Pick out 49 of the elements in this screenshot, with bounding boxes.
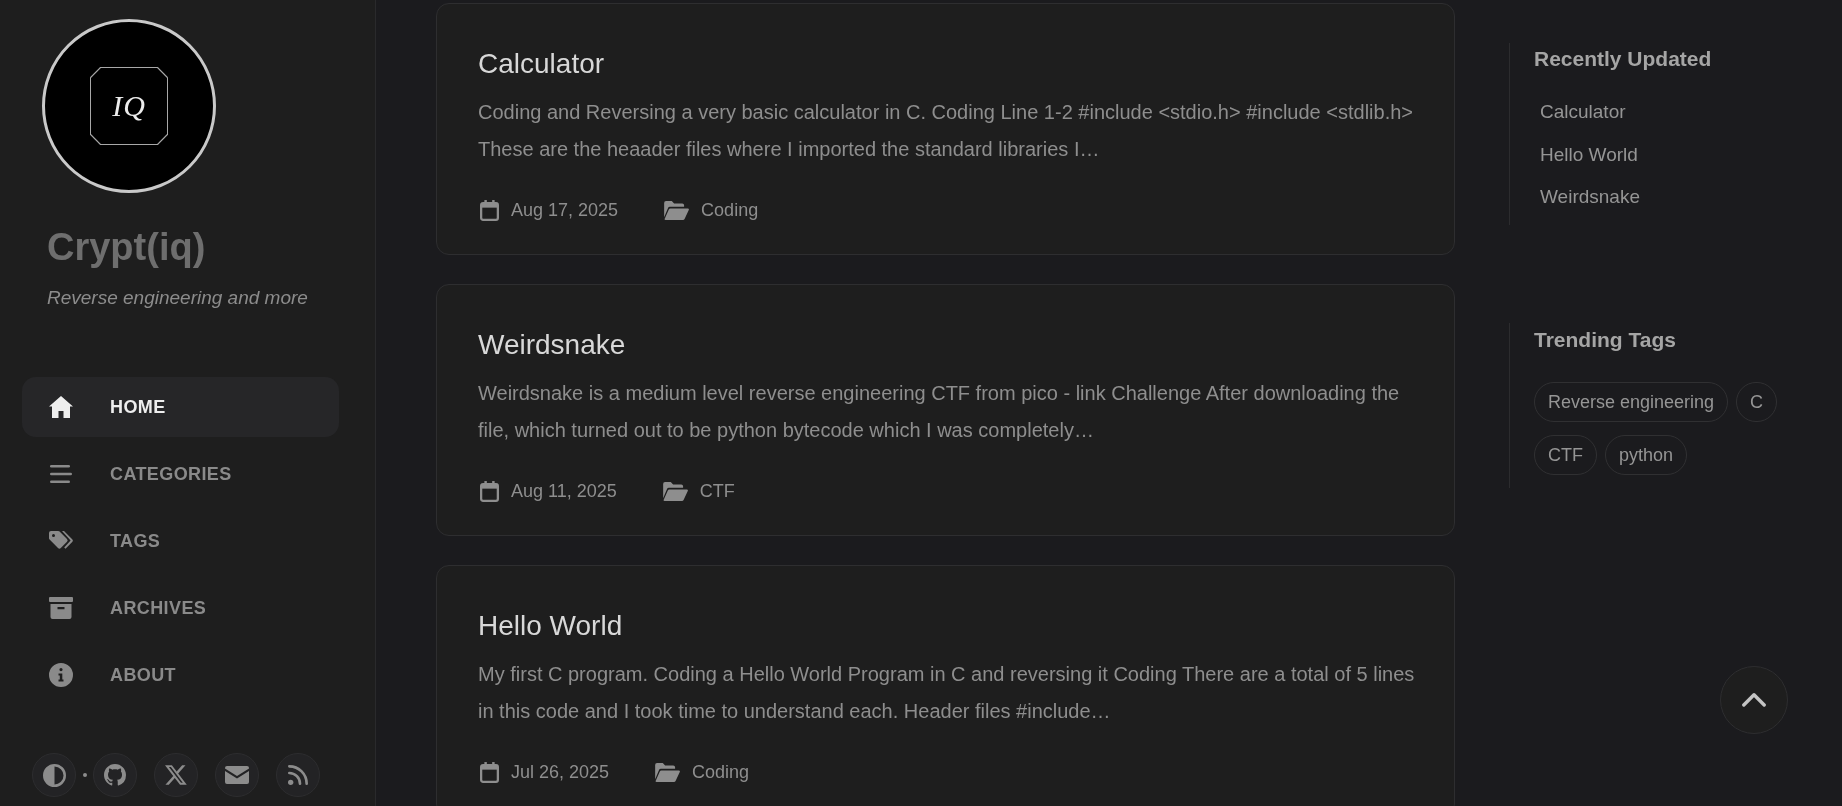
post-category-link[interactable]: Coding — [692, 761, 750, 783]
github-icon — [104, 764, 126, 786]
section-heading: Recently Updated — [1534, 46, 1713, 72]
mail-icon — [225, 766, 249, 784]
info-icon — [48, 663, 73, 687]
x-logo-icon — [165, 765, 187, 785]
avatar-logo[interactable]: IQ — [42, 19, 216, 193]
recent-post-link[interactable]: Calculator — [1540, 99, 1626, 125]
lines-icon — [49, 465, 72, 483]
social-link-button[interactable] — [276, 753, 320, 797]
social-link-button[interactable] — [154, 753, 198, 797]
post-category-link[interactable]: CTF — [699, 480, 735, 502]
theme-toggle-button[interactable] — [32, 753, 76, 797]
tags-icon — [48, 531, 73, 551]
post-date: Aug 11, 2025 — [511, 480, 617, 502]
nav-link[interactable]: ABOUT — [22, 645, 339, 705]
post-category-link[interactable]: Coding — [701, 199, 759, 221]
logo-monogram: IQ — [112, 90, 146, 122]
site-tagline: Reverse engineering and more — [47, 287, 308, 308]
nav-link[interactable]: CATEGORIES — [22, 444, 339, 504]
rss-icon — [288, 765, 308, 785]
social-link-button[interactable] — [93, 753, 137, 797]
recent-post-link[interactable]: Hello World — [1540, 141, 1638, 168]
recent-post-link[interactable]: Weirdsnake — [1540, 184, 1640, 210]
post-excerpt: Coding and Reversing a very basic calculator in C. Coding Line 1-2 #include <stdio.h> #include <stdlib.h> These are the heaader files where I imported the standard libraries I… — [478, 100, 1414, 162]
tag-link[interactable]: CTF — [1534, 435, 1597, 475]
post-excerpt: My first C program. Coding a Hello World Program in C and reversing it Coding There are a total of 5 lines in this code and I took time to understand each. Header files #include… — [478, 662, 1416, 724]
nav-link[interactable]: TAGS — [22, 511, 339, 571]
post-date: Aug 17, 2025 — [511, 199, 619, 221]
post-excerpt: Weirdsnake is a medium level reverse engineering CTF from pico - link Challenge After downloading the file, which turned out to be python bytecode which I was completely… — [478, 381, 1401, 443]
post-title-link[interactable]: Hello World — [478, 609, 1420, 643]
calendar-icon — [480, 199, 499, 221]
social-link-button[interactable] — [215, 753, 259, 797]
section-heading: Trending Tags — [1534, 327, 1677, 353]
house-icon — [47, 396, 74, 418]
post-date: Jul 26, 2025 — [511, 761, 610, 783]
chevron-up-icon — [1742, 693, 1766, 707]
archive-box-icon — [48, 597, 73, 619]
contrast-icon — [42, 763, 66, 787]
calendar-icon — [480, 761, 499, 783]
nav-link[interactable]: HOME — [22, 377, 339, 437]
site-title-link[interactable]: Crypt(iq) — [47, 226, 206, 268]
folder-icon — [655, 762, 681, 782]
post-title-link[interactable]: Weirdsnake — [478, 328, 1420, 362]
post-title-link[interactable]: Calculator — [478, 47, 1420, 81]
nav-link[interactable]: ARCHIVES — [22, 578, 339, 638]
folder-icon — [662, 481, 688, 501]
calendar-icon — [480, 480, 499, 502]
folder-icon — [664, 200, 690, 220]
